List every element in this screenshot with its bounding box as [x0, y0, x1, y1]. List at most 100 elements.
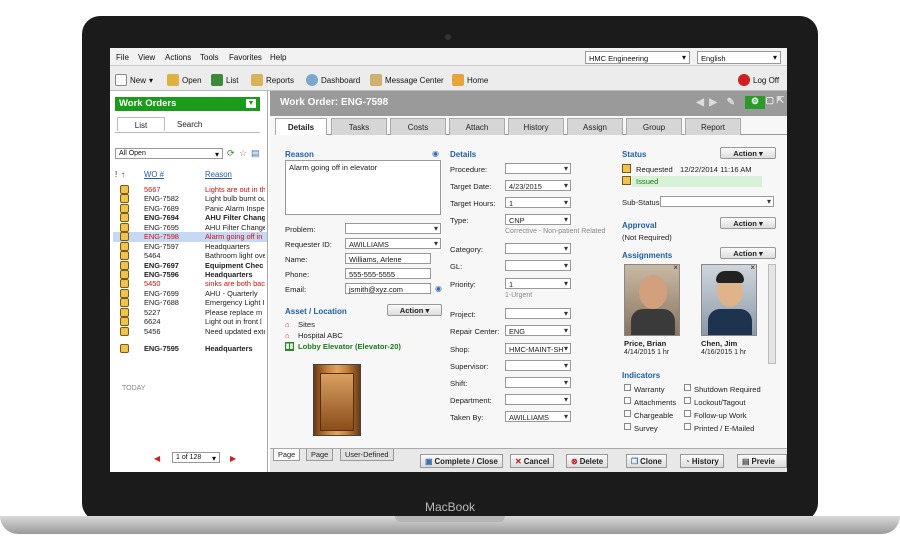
- approval-action-button[interactable]: Action ▾: [720, 217, 776, 229]
- menu-favorites[interactable]: Favorites: [229, 53, 262, 62]
- type-select[interactable]: CNP: [505, 214, 571, 225]
- remove-assignee-icon[interactable]: ×: [673, 265, 678, 272]
- tab-report[interactable]: Report: [685, 118, 741, 135]
- gear-icon[interactable]: ⚙: [745, 96, 765, 109]
- history-button[interactable]: ◔ History: [680, 454, 724, 468]
- remove-assignee-icon[interactable]: ×: [750, 265, 755, 272]
- status-action-button[interactable]: Action ▾: [720, 147, 776, 159]
- table-row[interactable]: 5450 sinks are both bac: [113, 279, 267, 289]
- site-select[interactable]: HMC Engineering: [585, 51, 690, 64]
- email-send-icon[interactable]: ◉: [435, 284, 442, 293]
- target-hours-field[interactable]: 1: [505, 197, 571, 208]
- tab-group[interactable]: Group: [626, 118, 682, 135]
- table-row[interactable]: 5667 Lights are out in th: [113, 185, 267, 194]
- table-row[interactable]: ENG-7699 AHU - Quarterly: [113, 288, 267, 298]
- shutdown-checkbox[interactable]: [684, 384, 691, 391]
- message-center-button[interactable]: Message Center: [370, 74, 444, 86]
- col-reason[interactable]: Reason: [205, 170, 232, 179]
- dashboard-button[interactable]: Dashboard: [306, 74, 360, 86]
- asset-site[interactable]: Sites: [298, 320, 315, 329]
- shift-select[interactable]: [505, 377, 571, 388]
- table-row[interactable]: ENG-7688 Emergency Light I: [113, 298, 267, 308]
- gl-select[interactable]: [505, 260, 571, 271]
- email-field[interactable]: jsmith@xyz.com: [345, 283, 431, 294]
- taken-by-select[interactable]: AWILLIAMS: [505, 411, 571, 422]
- delete-button[interactable]: ⊗ Delete: [566, 454, 609, 468]
- minimize-icon[interactable]: ▢: [765, 95, 774, 106]
- star-icon[interactable]: ☆: [239, 148, 247, 159]
- next-page-icon[interactable]: ▶: [230, 454, 236, 463]
- preview-button[interactable]: ▤ Previe: [737, 454, 787, 468]
- language-select[interactable]: English: [697, 51, 781, 64]
- page-tab-2[interactable]: Page: [306, 449, 334, 461]
- phone-field[interactable]: 555-555-5555: [345, 268, 431, 279]
- table-row[interactable]: ENG-7689 Panic Alarm Inspe: [113, 203, 267, 213]
- menu-file[interactable]: File: [116, 53, 129, 62]
- lockout-checkbox[interactable]: [684, 397, 691, 404]
- procedure-select[interactable]: [505, 163, 571, 174]
- tab-details[interactable]: Details: [275, 118, 327, 135]
- tab-assign[interactable]: Assign: [567, 118, 623, 135]
- spellcheck-icon[interactable]: ◉: [432, 149, 439, 158]
- table-row[interactable]: 5464 Bathroom light ove: [113, 251, 267, 261]
- shop-select[interactable]: HMC-MAINT-SH: [505, 343, 571, 354]
- tab-list[interactable]: List: [117, 117, 165, 131]
- logoff-button[interactable]: Log Off: [738, 74, 779, 86]
- popout-icon[interactable]: ⇱: [776, 95, 784, 106]
- table-row[interactable]: ENG-7596 Headquarters: [113, 269, 267, 279]
- chargeable-checkbox[interactable]: [624, 410, 631, 417]
- reports-button[interactable]: Reports: [251, 74, 294, 86]
- open-button[interactable]: Open: [167, 74, 202, 86]
- tab-tasks[interactable]: Tasks: [331, 118, 387, 135]
- survey-checkbox[interactable]: [624, 423, 631, 430]
- target-date-field[interactable]: 4/23/2015: [505, 180, 571, 191]
- asset-facility[interactable]: Hospital ABC: [298, 331, 343, 340]
- table-row[interactable]: ENG-7694 AHU Filter Chang: [113, 213, 267, 223]
- category-select[interactable]: [505, 243, 571, 254]
- attachments-checkbox[interactable]: [624, 397, 631, 404]
- prev-record-icon[interactable]: ◀: [696, 97, 704, 108]
- complete-close-button[interactable]: ▣ Complete / Close: [420, 454, 503, 468]
- repair-center-select[interactable]: ENG: [505, 325, 571, 336]
- sort-priority-icon[interactable]: !: [115, 170, 117, 179]
- sort-arrow-icon[interactable]: ↑: [121, 170, 125, 179]
- supervisor-select[interactable]: [505, 360, 571, 371]
- reason-textarea[interactable]: Alarm going off in elevator: [285, 160, 441, 215]
- clone-button[interactable]: ❐ Clone: [626, 454, 667, 468]
- asset-equipment[interactable]: Lobby Elevator (Elevator-20): [298, 342, 401, 351]
- next-record-icon[interactable]: ▶: [709, 97, 717, 108]
- table-row[interactable]: 6624 Light out in front l: [113, 317, 267, 327]
- tab-history[interactable]: History: [508, 118, 564, 135]
- table-row[interactable]: ENG-7597 Headquarters: [113, 241, 267, 251]
- table-row[interactable]: ENG-7598 Alarm going off in: [113, 232, 267, 242]
- refresh-icon[interactable]: ⟳: [227, 148, 235, 159]
- project-select[interactable]: [505, 308, 571, 319]
- menu-view[interactable]: View: [138, 53, 155, 62]
- name-field[interactable]: Williams, Arlene: [345, 253, 431, 264]
- tab-costs[interactable]: Costs: [390, 118, 446, 135]
- home-button[interactable]: Home: [452, 74, 488, 86]
- filter-icon[interactable]: ▤: [251, 148, 260, 159]
- requester-select[interactable]: AWILLIAMS: [345, 238, 441, 249]
- asset-action-button[interactable]: Action ▾: [387, 304, 442, 316]
- table-row[interactable]: ENG-7695 AHU Filter Change: [113, 222, 267, 232]
- tab-search[interactable]: Search: [177, 120, 202, 129]
- warranty-checkbox[interactable]: [624, 384, 631, 391]
- page-tab-user-defined[interactable]: User-Defined: [340, 449, 394, 461]
- new-button[interactable]: New ▾: [115, 74, 153, 86]
- problem-select[interactable]: [345, 223, 441, 234]
- pager-select[interactable]: 1 of 128: [172, 452, 220, 463]
- priority-select[interactable]: 1: [505, 278, 571, 289]
- col-wo[interactable]: WO #: [144, 170, 164, 179]
- pin-icon[interactable]: ✎: [727, 97, 735, 108]
- list-button[interactable]: List: [211, 74, 238, 86]
- printed-checkbox[interactable]: [684, 423, 691, 430]
- menu-actions[interactable]: Actions: [165, 53, 191, 62]
- table-row[interactable]: 5456 Need updated exte: [113, 326, 267, 336]
- assignments-action-button[interactable]: Action ▾: [720, 247, 776, 259]
- menu-tools[interactable]: Tools: [200, 53, 219, 62]
- filter-select[interactable]: All Open: [115, 148, 223, 159]
- substatus-select[interactable]: [660, 196, 774, 207]
- table-row[interactable]: ENG-7595 Headquarters: [113, 344, 267, 353]
- cancel-button[interactable]: ✕ Cancel: [510, 454, 555, 468]
